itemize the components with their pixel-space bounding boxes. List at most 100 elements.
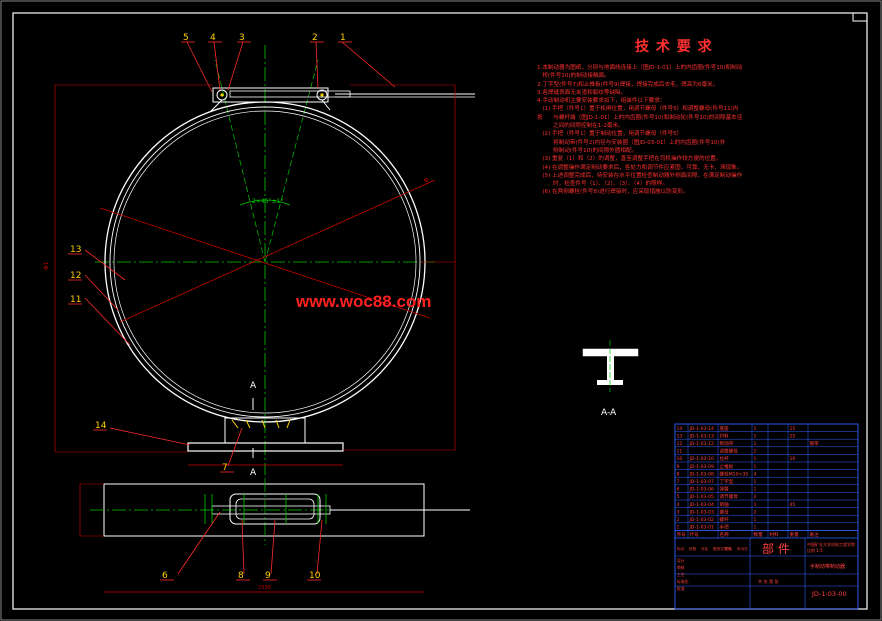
table-cell: 10 <box>677 456 683 462</box>
table-header-cell: 序号 <box>677 531 687 538</box>
table-cell: 底座 <box>720 425 730 432</box>
table-cell: 1 <box>754 433 757 439</box>
table-cell: 8 <box>677 471 680 477</box>
table-cell: 销轴 <box>720 501 730 508</box>
table-cell: 1 <box>754 525 757 531</box>
table-cell: 2 <box>754 494 757 500</box>
leader-line-11 <box>84 297 131 346</box>
tech-requirement-line: 之间的间隙控制在1-2毫米。 <box>537 123 624 130</box>
title-big-label: 部 件 <box>762 541 790 556</box>
table-cell: 1 <box>754 502 757 508</box>
part-number-5: 5 <box>183 33 189 43</box>
title-drawing-name: 手制动带制动器 <box>810 563 845 570</box>
part-number-1: 1 <box>340 33 346 43</box>
tech-requirement-line: 桥(件号10)的制动接触面。 <box>537 73 610 80</box>
title-role-label: 标准化 <box>677 579 689 584</box>
part-number-3: 3 <box>239 33 245 43</box>
section-flange-top <box>582 348 639 357</box>
table-cell: JD-1-03-13 <box>689 433 715 439</box>
table-cell: 弹簧 <box>720 486 730 493</box>
watermark: www.woc88.com <box>296 292 432 311</box>
part-number-8: 8 <box>238 571 244 581</box>
section-view-label: A-A <box>601 408 617 418</box>
table-cell: 1 <box>754 517 757 523</box>
table-cell: 调节螺母 <box>720 493 739 500</box>
table-cell: 衬料 <box>720 432 730 439</box>
table-cell: 1 <box>754 456 757 462</box>
plan-bracket <box>229 493 321 525</box>
part-number-7: 7 <box>222 463 228 473</box>
table-cell: JD-1-03-02 <box>689 517 715 523</box>
part-number-6: 6 <box>162 571 168 581</box>
table-cell: JD-1-03-01 <box>689 525 715 531</box>
tech-requirement-line: 时，检查件号（1）、（2）、（3）、（4）的照样。 <box>537 181 668 188</box>
table-cell: 14 <box>677 426 683 432</box>
section-a-top: A <box>250 381 257 391</box>
section-a-bottom: A <box>250 468 257 478</box>
table-cell: 4 <box>754 471 757 477</box>
table-header-row <box>674 530 859 539</box>
table-header-cell: 数量 <box>754 531 764 538</box>
table-cell: 调整螺母 <box>720 448 739 455</box>
part-number-10: 10 <box>309 571 321 581</box>
table-cell: 2 <box>677 517 680 523</box>
table-cell: 2 <box>754 509 757 515</box>
table-cell: 螺母 <box>720 508 730 515</box>
table-header-cell: 名称 <box>720 531 730 538</box>
angle-line-right <box>264 59 319 263</box>
tech-requirement-line: 2.丁字型(件号7)和止推板(件号9)焊接，焊接完成后去毛，焊高为6毫米。 <box>537 81 719 88</box>
table-cell: JD-1-03-03 <box>689 509 715 515</box>
table-cell: 1 <box>754 464 757 470</box>
table-cell: JD-1-03-04 <box>689 502 715 508</box>
title-sign-label: 分区 <box>701 546 709 551</box>
table-cell: 11 <box>677 449 683 455</box>
tech-requirement-line: 侧制动(件号10)的间隙外圆相配。 <box>537 147 638 154</box>
tech-requirements-list: 1.本制动器为图纸，分别与地面线连接上（图JD-1-01）上的内齿圈(件号10)… <box>537 64 837 197</box>
part-number-14: 14 <box>95 421 107 431</box>
parts-table: 14 JD-1-03-14 底座 1 1513 JD-1-03-13 衬料 1 2512 JD-1… <box>674 423 859 610</box>
title-sheet: 共 张 第 张 <box>758 578 780 585</box>
title-sign-label: 处数 <box>689 546 697 551</box>
leader-line-3 <box>227 41 244 91</box>
table-cell: 1 <box>754 479 757 485</box>
table-cell: 1 <box>754 441 757 447</box>
table-cell: JD-1-03-10 <box>689 456 715 462</box>
table-cell: 7 <box>677 479 680 485</box>
table-cell: 4 <box>677 502 680 508</box>
angle-note: 2×45°±1° <box>252 198 283 205</box>
tech-requirement-line: 1.本制动器为图纸，分别与地面线连接上（图JD-1-01）上的内齿圈(件号10)… <box>537 65 743 71</box>
tech-requirement-line: (3) 重复（1）和（2）的调整，直至调整手把在司机操作较方便的位置。 <box>537 156 722 163</box>
tech-requirement-line: 3.各焊缝表面无夹渣和裂纹等缺陷。 <box>537 89 627 96</box>
table-header-cell: 重量 <box>790 531 800 538</box>
leader-line-14 <box>109 427 191 446</box>
leader-line-8 <box>241 519 245 575</box>
table-cell: JD-1-03-06 <box>689 487 715 493</box>
part-number-2: 2 <box>312 33 318 43</box>
title-sign-label: 签名 <box>725 546 733 551</box>
table-cell: 13 <box>677 433 683 439</box>
table-cell: 15 <box>790 426 796 432</box>
tech-requirement-line: (5) 上述调整完成后，待安装在水平位置检查制动器外侧面间隙，在满足制动操作 <box>537 172 743 179</box>
leader-line-4 <box>213 41 221 91</box>
corner-mark <box>852 12 868 22</box>
tech-requirement-line: 按 与螺杆端（图JD-1-01）上的内齿圈(件号10)和制动轮(件号10)的间隙… <box>537 114 743 121</box>
table-cell: JD-1-03-09 <box>689 464 715 470</box>
table-header-cell: 备注 <box>810 531 820 538</box>
base-plate <box>187 442 344 452</box>
cad-drawing-sheet: 2×45°±1° Φ A A Φ1 2330 A-A 1 2 3 4 5 6 7… <box>0 0 882 621</box>
leader-line-6 <box>177 511 221 575</box>
top-rod <box>229 90 351 98</box>
pin-right-dot <box>320 93 324 97</box>
table-cell: 25 <box>790 433 796 439</box>
title-role-label: 批准 <box>677 586 685 591</box>
part-number-12: 12 <box>70 271 81 281</box>
table-cell: 止推板 <box>720 463 734 470</box>
title-company: 中国矿业大学机电工程学院 <box>807 541 855 547</box>
table-cell: 45 <box>790 502 796 508</box>
table-cell: 6 <box>677 487 680 493</box>
part-number-4: 4 <box>210 33 216 43</box>
leader-line-2 <box>315 41 319 89</box>
table-cell: 9 <box>677 464 680 470</box>
pin-left-dot <box>220 93 224 97</box>
table-cell: 丁字型 <box>720 478 734 485</box>
